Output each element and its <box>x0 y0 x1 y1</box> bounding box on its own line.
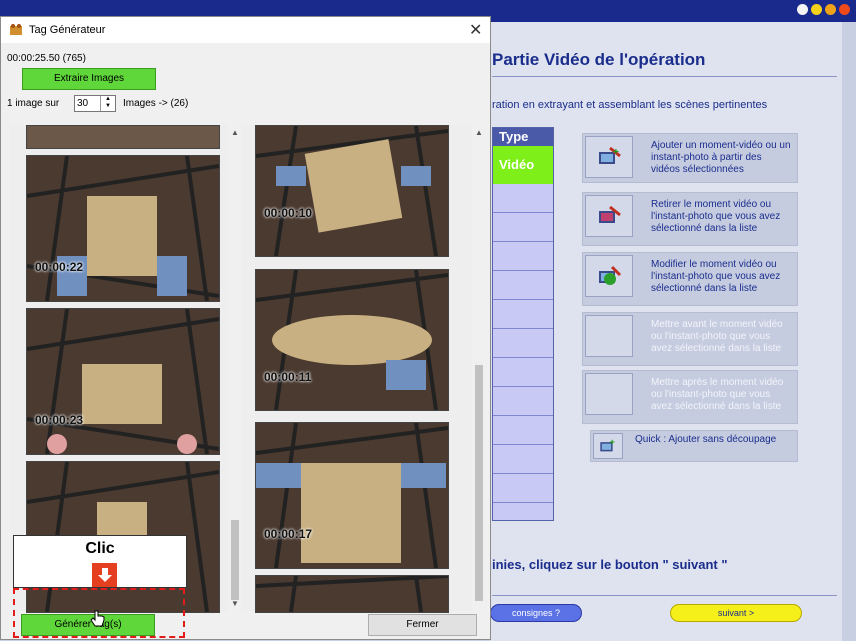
list-row[interactable] <box>493 271 553 300</box>
frame-image <box>256 126 448 256</box>
consignes-button[interactable]: consignes ? <box>490 604 582 622</box>
image-interval-stepper[interactable]: 30 ▲ ▼ <box>74 95 116 112</box>
frame-image <box>27 156 219 301</box>
video-frame[interactable]: 00:00:10 <box>255 125 449 257</box>
move-before-button[interactable]: Mettre avant le moment vidéo ou l'instan… <box>582 312 798 366</box>
add-moment-button[interactable]: + Ajouter un moment-vidéo ou un instant-… <box>582 133 798 183</box>
type-list-item[interactable]: Vidéo <box>493 146 553 184</box>
image-interval-label: 1 image sur <box>7 98 60 109</box>
stepper-value: 30 <box>77 98 89 109</box>
empty-icon-slot <box>585 373 633 415</box>
instruction-text: inies, cliquez sur le bouton " suivant " <box>492 557 728 572</box>
frame-timestamp: 00:00:22 <box>35 260 84 274</box>
frame-image <box>256 270 448 410</box>
dialog-titlebar[interactable]: Tag Générateur ✕ <box>1 17 490 43</box>
svg-text:+: + <box>610 437 616 447</box>
quick-add-icon: + <box>593 433 623 459</box>
video-frame[interactable] <box>26 125 220 149</box>
dot-icon[interactable] <box>825 4 836 15</box>
left-scrollbar[interactable]: ▲ ▼ <box>228 125 242 611</box>
move-after-button[interactable]: Mettre après le moment vidéo ou l'instan… <box>582 370 798 424</box>
dialog-title: Tag Générateur <box>29 24 106 36</box>
frame-image <box>256 576 448 612</box>
list-row[interactable] <box>493 213 553 242</box>
remove-moment-button[interactable]: Retirer le moment vidéo ou l'instant-pho… <box>582 192 798 246</box>
action-label: Retirer le moment vidéo ou l'instant-pho… <box>651 199 781 234</box>
list-row[interactable] <box>493 474 553 503</box>
video-frame[interactable]: 00:00:22 <box>26 155 220 302</box>
close-icon[interactable]: ✕ <box>469 20 482 40</box>
list-row[interactable] <box>493 358 553 387</box>
divider <box>492 76 837 77</box>
close-button[interactable]: Fermer <box>368 614 477 636</box>
page-subtitle: ration en extrayant et assemblant les sc… <box>492 99 768 111</box>
hand-cursor-icon <box>90 610 105 627</box>
list-row[interactable] <box>493 387 553 416</box>
frame-timestamp: 00:00:11 <box>264 370 312 384</box>
list-row[interactable] <box>493 416 553 445</box>
remove-clip-icon <box>585 195 633 237</box>
action-label: Ajouter un moment-vidéo ou un instant-ph… <box>651 140 791 175</box>
callout-label: Clic <box>85 540 115 557</box>
type-column-header: Type <box>493 128 553 146</box>
right-scrollbar[interactable]: ▲ <box>472 125 486 611</box>
suivant-button[interactable]: suivant > <box>670 604 802 622</box>
dot-icon[interactable] <box>839 4 850 15</box>
tag-app-icon <box>10 24 22 35</box>
empty-icon-slot <box>585 315 633 357</box>
list-row[interactable] <box>493 329 553 358</box>
action-label: Mettre après le moment vidéo ou l'instan… <box>651 377 784 412</box>
arrow-down-icon <box>92 563 117 587</box>
edit-clip-icon <box>585 255 633 297</box>
scroll-thumb[interactable] <box>475 365 483 601</box>
dot-icon[interactable] <box>797 4 808 15</box>
action-label: Modifier le moment vidéo ou l'instant-ph… <box>651 259 781 294</box>
video-frame[interactable]: 00:00:11 <box>255 269 449 411</box>
modify-moment-button[interactable]: Modifier le moment vidéo ou l'instant-ph… <box>582 252 798 306</box>
frame-timestamp: 00:00:23 <box>35 413 84 427</box>
quick-add-button[interactable]: + Quick : Ajouter sans découpage <box>590 430 798 462</box>
click-callout: Clic <box>13 535 187 588</box>
frame-timestamp: 00:00:10 <box>264 206 313 220</box>
scroll-thumb[interactable] <box>231 520 239 600</box>
page-title: Partie Vidéo de l'opération <box>492 50 706 69</box>
divider <box>492 595 837 596</box>
action-label: Quick : Ajouter sans découpage <box>635 434 777 445</box>
frame-timestamp: 00:00:17 <box>264 527 313 541</box>
scroll-up-icon[interactable]: ▲ <box>231 128 239 137</box>
dot-icon[interactable] <box>811 4 822 15</box>
frame-image <box>256 423 448 568</box>
frame-image <box>27 309 219 454</box>
action-label: Mettre avant le moment vidéo ou l'instan… <box>651 319 783 354</box>
extract-images-button[interactable]: Extraire Images <box>22 68 156 90</box>
list-row[interactable] <box>493 445 553 474</box>
image-count: Images -> (26) <box>123 98 189 109</box>
scroll-down-icon[interactable]: ▼ <box>231 599 239 608</box>
video-frame[interactable]: 00:00:17 <box>255 422 449 569</box>
stepper-arrows-icon[interactable]: ▲ ▼ <box>100 96 115 111</box>
svg-text:+: + <box>613 147 619 158</box>
list-row[interactable] <box>493 184 553 213</box>
scroll-up-icon[interactable]: ▲ <box>475 128 483 137</box>
list-row[interactable] <box>493 300 553 329</box>
window-dots <box>797 4 850 15</box>
list-row[interactable] <box>493 242 553 271</box>
video-frame[interactable]: 00:00:23 <box>26 308 220 455</box>
time-readout: 00:00:25.50 (765) <box>7 53 86 64</box>
type-list[interactable]: Type Vidéo <box>492 127 554 521</box>
add-clip-icon: + <box>585 136 633 178</box>
video-frame[interactable] <box>255 575 449 613</box>
